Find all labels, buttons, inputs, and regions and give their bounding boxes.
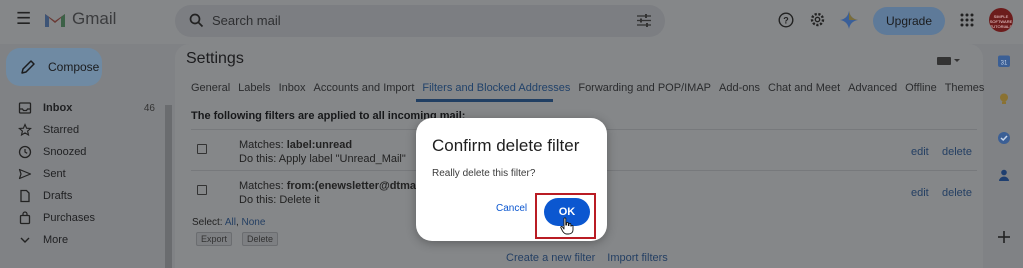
sidebar-item-more[interactable]: More bbox=[0, 229, 165, 251]
active-tab-indicator bbox=[416, 99, 553, 102]
inbox-icon bbox=[18, 102, 32, 114]
filter-checkbox[interactable] bbox=[197, 144, 207, 154]
sidebar-item-snoozed[interactable]: Snoozed bbox=[0, 141, 165, 163]
search-icon[interactable] bbox=[189, 13, 204, 28]
tab-add-ons[interactable]: Add-ons bbox=[719, 82, 760, 94]
select-none-link[interactable]: None bbox=[242, 217, 266, 228]
chevron-down-icon bbox=[20, 237, 30, 243]
tab-themes[interactable]: Themes bbox=[945, 82, 985, 94]
sidebar-nav: Inbox 46 Starred Snoozed Sent Drafts Pur… bbox=[0, 97, 165, 251]
cancel-button[interactable]: Cancel bbox=[496, 203, 527, 214]
star-icon bbox=[18, 123, 32, 137]
delete-button[interactable]: Delete bbox=[242, 232, 279, 246]
sidebar-item-label: More bbox=[43, 234, 69, 246]
dialog-message: Really delete this filter? bbox=[432, 168, 536, 179]
filter-edit-link[interactable]: edit bbox=[911, 146, 929, 158]
filter-delete-link[interactable]: delete bbox=[942, 146, 972, 158]
filter-checkbox[interactable] bbox=[197, 185, 207, 195]
sidebar-item-label: Inbox bbox=[43, 102, 73, 114]
help-icon[interactable]: ? bbox=[778, 12, 794, 28]
send-icon bbox=[18, 168, 32, 180]
settings-tabs: General Labels Inbox Accounts and Import… bbox=[191, 82, 992, 94]
hand-cursor-icon bbox=[560, 217, 574, 235]
gemini-icon[interactable] bbox=[840, 11, 858, 29]
search-input[interactable]: Search mail bbox=[212, 13, 281, 28]
add-icon[interactable] bbox=[997, 230, 1011, 244]
tab-inbox[interactable]: Inbox bbox=[279, 82, 306, 94]
sidebar-item-label: Purchases bbox=[43, 212, 95, 224]
apps-grid-icon[interactable] bbox=[960, 13, 974, 27]
sidebar-item-sent[interactable]: Sent bbox=[0, 163, 165, 185]
avatar-text: SIMPLE SOFTWARE TUTORIALS bbox=[989, 14, 1013, 29]
create-filter-link[interactable]: Create a new filter bbox=[506, 252, 595, 264]
tab-filters-and-blocked-addresses[interactable]: Filters and Blocked Addresses bbox=[422, 82, 570, 94]
sidebar-item-drafts[interactable]: Drafts bbox=[0, 185, 165, 207]
export-button[interactable]: Export bbox=[196, 232, 233, 246]
svg-text:?: ? bbox=[783, 16, 789, 26]
sidebar-item-starred[interactable]: Starred bbox=[0, 119, 165, 141]
compose-button[interactable]: Compose bbox=[6, 48, 102, 86]
sidebar-item-label: Sent bbox=[43, 168, 66, 180]
search-bar[interactable]: Search mail bbox=[175, 5, 665, 37]
keyboard-icon[interactable] bbox=[937, 56, 961, 66]
filter-action: Do this: Delete it bbox=[239, 194, 320, 206]
upgrade-button[interactable]: Upgrade bbox=[873, 7, 945, 35]
tab-offline[interactable]: Offline bbox=[905, 82, 937, 94]
top-bar: ☰ Gmail Search mail ? Upgrade SIMPLE SOF… bbox=[0, 0, 1023, 44]
select-all-link[interactable]: All bbox=[225, 217, 236, 228]
pencil-icon bbox=[21, 60, 35, 74]
sidebar-item-label: Drafts bbox=[43, 190, 73, 202]
matches-prefix: Matches: bbox=[239, 139, 287, 151]
dialog-title: Confirm delete filter bbox=[432, 136, 580, 155]
filter-action: Do this: Apply label "Unread_Mail" bbox=[239, 153, 406, 165]
sidebar-item-purchases[interactable]: Purchases bbox=[0, 207, 165, 229]
filter-criteria: Matches: from:(enewsletter@dtmailing bbox=[239, 180, 439, 192]
filter-delete-link[interactable]: delete bbox=[942, 187, 972, 199]
select-controls: Select: All, None bbox=[192, 217, 265, 228]
unread-count: 46 bbox=[143, 102, 155, 114]
sidebar-item-label: Starred bbox=[43, 124, 80, 136]
sidebar-item-label: Snoozed bbox=[43, 146, 87, 158]
gear-icon[interactable] bbox=[809, 11, 826, 28]
clock-icon bbox=[18, 145, 32, 159]
filter-criteria: Matches: label:unread bbox=[239, 139, 352, 151]
sidebar-scrollbar[interactable] bbox=[165, 105, 172, 268]
matches-prefix: Matches: bbox=[239, 180, 287, 192]
tab-labels[interactable]: Labels bbox=[238, 82, 270, 94]
gmail-m-icon bbox=[45, 13, 65, 27]
app-name: Gmail bbox=[72, 9, 117, 28]
filter-actions-links: Create a new filter Import filters bbox=[506, 252, 668, 264]
import-filters-link[interactable]: Import filters bbox=[607, 252, 668, 264]
tab-advanced[interactable]: Advanced bbox=[848, 82, 897, 94]
account-avatar[interactable]: SIMPLE SOFTWARE TUTORIALS bbox=[989, 8, 1013, 32]
bag-icon bbox=[19, 211, 31, 225]
side-panel: 31 bbox=[988, 44, 1023, 268]
tab-general[interactable]: General bbox=[191, 82, 230, 94]
tab-chat-and-meet[interactable]: Chat and Meet bbox=[768, 82, 840, 94]
select-prefix: Select: bbox=[192, 217, 225, 228]
gmail-logo[interactable]: Gmail bbox=[44, 9, 116, 29]
draft-icon bbox=[20, 189, 30, 203]
matches-value: label:unread bbox=[286, 139, 353, 151]
filter-edit-link[interactable]: edit bbox=[911, 187, 929, 199]
search-options-icon[interactable] bbox=[637, 14, 651, 27]
svg-text:31: 31 bbox=[1001, 61, 1008, 67]
compose-label: Compose bbox=[48, 60, 100, 74]
main-menu-button[interactable]: ☰ bbox=[16, 10, 34, 27]
tasks-icon[interactable] bbox=[997, 131, 1011, 145]
keep-icon[interactable] bbox=[997, 92, 1011, 106]
sidebar-item-inbox[interactable]: Inbox 46 bbox=[0, 97, 165, 119]
calendar-icon[interactable]: 31 bbox=[997, 54, 1011, 68]
page-title: Settings bbox=[186, 50, 244, 67]
tab-accounts-and-import[interactable]: Accounts and Import bbox=[313, 82, 414, 94]
tab-forwarding-pop-imap[interactable]: Forwarding and POP/IMAP bbox=[578, 82, 711, 94]
contacts-icon[interactable] bbox=[997, 168, 1011, 182]
